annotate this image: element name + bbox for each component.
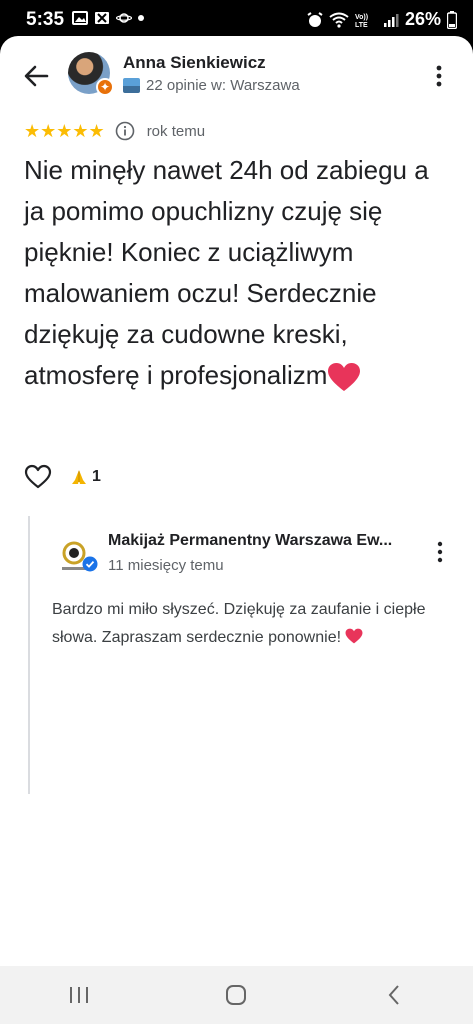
svg-text:LTE: LTE	[355, 22, 368, 28]
status-time: 5:35	[26, 9, 65, 30]
red-heart-emoji	[328, 363, 361, 392]
review-body: Nie minęły nawet 24h od zabiegu a ja pom…	[24, 150, 454, 396]
notification-icons	[72, 11, 144, 25]
review-actions: 1	[24, 462, 101, 492]
reply-heart-emoji	[346, 628, 363, 644]
planet-icon	[116, 13, 132, 23]
app-notification-icon	[95, 12, 109, 24]
home-button[interactable]	[206, 975, 266, 1015]
nav-back-button[interactable]	[364, 975, 424, 1015]
arrow-left-icon[interactable]	[20, 60, 52, 92]
reviewer-meta: 22 opinie w: Warszawa	[123, 77, 300, 94]
local-guide-badge-icon: ✦	[96, 78, 114, 96]
rating-row: ★★★★★ rok temu	[24, 120, 205, 142]
pray-reaction[interactable]: 1	[70, 468, 101, 486]
alarm-icon	[307, 11, 323, 27]
owner-reply: Makijaż Permanentny Warszawa Ew... 11 mi…	[28, 516, 458, 794]
dot-icon	[138, 15, 144, 21]
review-text: Nie minęły nawet 24h od zabiegu a ja pom…	[24, 155, 429, 390]
system-icons: Vo)) LTE 26%	[307, 9, 457, 30]
status-bar: 5:35 Vo)) LTE 26%	[0, 0, 473, 36]
recents-icon	[69, 987, 88, 1003]
system-nav-bar	[0, 966, 473, 1024]
reviewer-name[interactable]: Anna Sienkiewicz	[123, 53, 266, 73]
review-header: ✦ Anna Sienkiewicz 22 opinie w: Warszawa	[0, 36, 473, 116]
signal-icon	[383, 13, 399, 27]
wifi-icon	[329, 12, 349, 28]
reply-body: Bardzo mi miło słyszeć. Dziękuję za zauf…	[52, 596, 452, 652]
more-vert-icon[interactable]	[431, 62, 447, 90]
pray-emoji-icon	[72, 470, 86, 484]
heart-outline-icon[interactable]	[24, 463, 52, 491]
reply-text: Bardzo mi miło słyszeć. Dziękuję za zauf…	[52, 601, 426, 646]
reply-more-vert-icon[interactable]	[432, 538, 448, 566]
review-time: rok temu	[146, 122, 206, 140]
verified-badge-icon	[82, 556, 98, 572]
home-icon	[226, 985, 247, 1005]
star-rating: ★★★★★	[24, 120, 105, 141]
owner-name[interactable]: Makijaż Permanentny Warszawa Ew...	[108, 532, 408, 550]
recents-button[interactable]	[49, 975, 109, 1015]
reaction-count: 1	[92, 468, 101, 485]
gallery-icon	[72, 11, 88, 25]
battery-icon	[447, 10, 457, 29]
nav-back-icon	[388, 985, 399, 1005]
reviewer-review-count: 22 opinie w: Warszawa	[146, 77, 300, 94]
info-icon[interactable]	[115, 121, 135, 141]
battery-percent: 26%	[404, 9, 441, 29]
review-screen: ✦ Anna Sienkiewicz 22 opinie w: Warszawa…	[0, 36, 473, 966]
svg-text:Vo)): Vo))	[355, 14, 368, 21]
volte-icon: Vo))LTE	[355, 14, 368, 28]
reply-time: 11 miesięcy temu	[108, 557, 224, 574]
city-icon	[123, 78, 140, 93]
